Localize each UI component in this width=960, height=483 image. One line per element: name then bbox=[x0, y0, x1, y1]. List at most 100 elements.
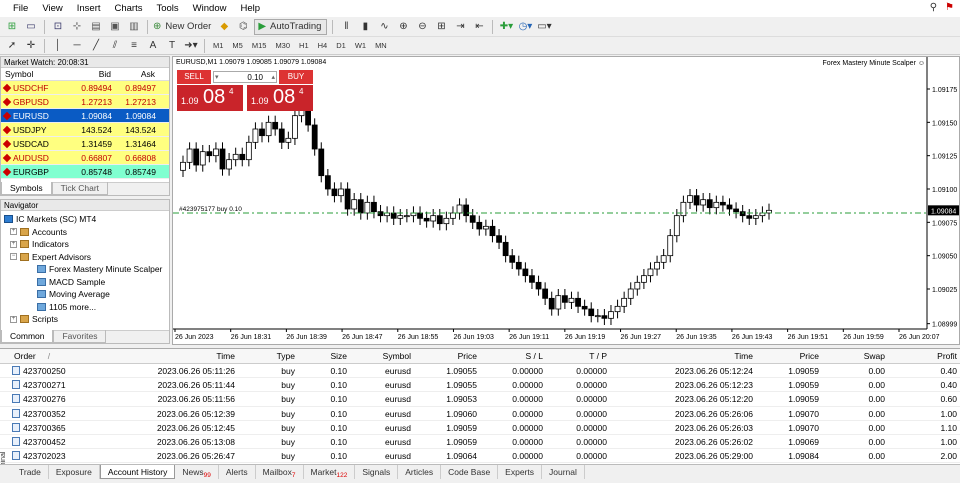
tester-icon[interactable]: ▥ bbox=[126, 19, 142, 35]
channel-icon[interactable]: ⫽ bbox=[107, 38, 123, 54]
vertical-line-icon[interactable]: │ bbox=[50, 38, 66, 54]
expand-icon[interactable]: + bbox=[10, 240, 17, 248]
market-watch-row[interactable]: USDCAD 1.31459 1.31464 bbox=[1, 137, 169, 151]
user-icon[interactable]: ⚑ bbox=[945, 2, 954, 13]
autotrading-button[interactable]: ▶ AutoTrading bbox=[254, 18, 328, 35]
col-sl[interactable]: S / L bbox=[480, 349, 546, 363]
terminal-tab-account-history[interactable]: Account History bbox=[99, 464, 176, 479]
terminal-tab-news[interactable]: News99 bbox=[175, 464, 219, 479]
terminal-tab-experts[interactable]: Experts bbox=[498, 464, 542, 479]
navigator-icon[interactable]: ▤ bbox=[88, 19, 104, 35]
terminal-tab-trade[interactable]: Trade bbox=[12, 464, 49, 479]
profiles-icon[interactable]: ▭ bbox=[23, 19, 39, 35]
zoom-out-icon[interactable]: ⊖ bbox=[414, 19, 430, 35]
trendline-icon[interactable]: ╱ bbox=[88, 38, 104, 54]
search-icon[interactable]: ⚲ bbox=[930, 2, 937, 13]
col-size[interactable]: Size bbox=[298, 349, 350, 363]
periods-icon[interactable]: ◷▾ bbox=[517, 19, 533, 35]
menu-view[interactable]: View bbox=[35, 3, 69, 14]
terminal-tab-code-base[interactable]: Code Base bbox=[441, 464, 499, 479]
collapse-icon[interactable]: − bbox=[10, 253, 17, 261]
col-symbol[interactable]: Symbol bbox=[1, 68, 72, 80]
table-row[interactable]: 423700271 2023.06.26 05:11:44 buy 0.10 eurus… bbox=[0, 378, 960, 393]
buy-price[interactable]: 1.09 08 4 bbox=[247, 85, 313, 111]
market-watch-row[interactable]: EURGBP 0.85748 0.85749 bbox=[1, 165, 169, 179]
metaeditor-icon[interactable]: ◆ bbox=[216, 19, 232, 35]
sell-button[interactable]: SELL bbox=[177, 70, 211, 84]
bar-chart-icon[interactable]: ǁ bbox=[338, 19, 354, 35]
tab-favorites[interactable]: Favorites bbox=[53, 330, 107, 343]
timeframe-d1[interactable]: D1 bbox=[333, 41, 349, 50]
autoscroll-icon[interactable]: ⇥ bbox=[452, 19, 468, 35]
market-watch-row[interactable]: EURUSD 1.09084 1.09084 bbox=[1, 109, 169, 123]
menu-file[interactable]: File bbox=[6, 3, 35, 14]
chart-shift-icon[interactable]: ⇤ bbox=[471, 19, 487, 35]
nav-indicators[interactable]: + Indicators bbox=[1, 238, 169, 251]
timeframe-m5[interactable]: M5 bbox=[229, 41, 245, 50]
label-icon[interactable]: T bbox=[164, 38, 180, 54]
nav-ea-moving-average[interactable]: Moving Average bbox=[1, 288, 169, 301]
table-row[interactable]: 423702023 2023.06.26 05:26:47 buy 0.10 eurus… bbox=[0, 449, 960, 464]
lot-down-icon[interactable]: ▾ bbox=[215, 72, 219, 83]
menu-window[interactable]: Window bbox=[186, 3, 234, 14]
menu-charts[interactable]: Charts bbox=[108, 3, 150, 14]
market-watch-icon[interactable]: ⊡ bbox=[50, 19, 66, 35]
buy-button[interactable]: BUY bbox=[279, 70, 313, 84]
lot-size-input[interactable]: 0.10 ▾ ▴ bbox=[213, 71, 277, 83]
line-chart-icon[interactable]: ∿ bbox=[376, 19, 392, 35]
crosshair-icon[interactable]: ✛ bbox=[23, 38, 39, 54]
indicators-icon[interactable]: ✚▾ bbox=[498, 19, 514, 35]
table-row[interactable]: 423700250 2023.06.26 05:11:26 buy 0.10 eurus… bbox=[0, 364, 960, 379]
terminal-tab-alerts[interactable]: Alerts bbox=[219, 464, 256, 479]
table-row[interactable]: 423700452 2023.06.26 05:13:08 buy 0.10 eurus… bbox=[0, 435, 960, 450]
arrows-icon[interactable]: ➜▾ bbox=[183, 38, 199, 54]
market-watch-row[interactable]: AUDUSD 0.66807 0.66808 bbox=[1, 151, 169, 165]
chart-window[interactable]: 1.09175 1.09150 1.09125 1.09100 1.09075 1.090… bbox=[172, 56, 960, 345]
col-order[interactable]: Order / bbox=[0, 349, 150, 363]
timeframe-mn[interactable]: MN bbox=[372, 41, 390, 50]
candlestick-icon[interactable]: ▮ bbox=[357, 19, 373, 35]
col-close-price[interactable]: Price bbox=[756, 349, 822, 363]
tab-tick-chart[interactable]: Tick Chart bbox=[51, 182, 109, 195]
text-icon[interactable]: A bbox=[145, 38, 161, 54]
terminal-tab-mailbox[interactable]: Mailbox7 bbox=[256, 464, 304, 479]
table-row[interactable]: 423700365 2023.06.26 05:12:45 buy 0.10 eurus… bbox=[0, 421, 960, 435]
menu-help[interactable]: Help bbox=[233, 3, 267, 14]
terminal-icon[interactable]: ▣ bbox=[107, 19, 123, 35]
col-tp[interactable]: T / P bbox=[546, 349, 610, 363]
table-row[interactable]: 423700352 2023.06.26 05:12:39 buy 0.10 eurus… bbox=[0, 407, 960, 421]
col-profit[interactable]: Profit bbox=[888, 349, 960, 363]
col-open-time[interactable]: Time bbox=[150, 349, 238, 363]
cursor-icon[interactable]: ➚ bbox=[4, 38, 20, 54]
menu-tools[interactable]: Tools bbox=[149, 3, 185, 14]
signals-icon[interactable]: ⌬ bbox=[235, 19, 251, 35]
templates-icon[interactable]: ▭▾ bbox=[536, 19, 552, 35]
expand-icon[interactable]: + bbox=[10, 228, 17, 236]
col-ask[interactable]: Ask bbox=[115, 68, 159, 80]
col-symbol[interactable]: Symbol bbox=[350, 349, 414, 363]
nav-ea-macd[interactable]: MACD Sample bbox=[1, 276, 169, 289]
timeframe-w1[interactable]: W1 bbox=[352, 41, 369, 50]
new-order-button[interactable]: ⊕ New Order bbox=[153, 19, 213, 35]
nav-scripts[interactable]: + Scripts bbox=[1, 313, 169, 326]
market-watch-row[interactable]: USDCHF 0.89494 0.89497 bbox=[1, 81, 169, 95]
terminal-tab-articles[interactable]: Articles bbox=[398, 464, 442, 479]
col-close-time[interactable]: Time bbox=[610, 349, 756, 363]
tab-common[interactable]: Common bbox=[1, 330, 54, 343]
lot-up-icon[interactable]: ▴ bbox=[271, 72, 275, 83]
col-swap[interactable]: Swap bbox=[822, 349, 888, 363]
nav-accounts[interactable]: + Accounts bbox=[1, 226, 169, 239]
nav-ea-forex-mastery[interactable]: Forex Mastery Minute Scalper bbox=[1, 263, 169, 276]
nav-ea-more[interactable]: 1105 more... bbox=[1, 301, 169, 314]
timeframe-h4[interactable]: H4 bbox=[315, 41, 331, 50]
market-watch-row[interactable]: USDJPY 143.524 143.524 bbox=[1, 123, 169, 137]
timeframe-h1[interactable]: H1 bbox=[296, 41, 312, 50]
zoom-in-icon[interactable]: ⊕ bbox=[395, 19, 411, 35]
terminal-tab-market[interactable]: Market122 bbox=[304, 464, 356, 479]
nav-broker[interactable]: IC Markets (SC) MT4 bbox=[1, 213, 169, 226]
fibonacci-icon[interactable]: ≡ bbox=[126, 38, 142, 54]
horizontal-line-icon[interactable]: ─ bbox=[69, 38, 85, 54]
timeframe-m15[interactable]: M15 bbox=[249, 41, 270, 50]
col-bid[interactable]: Bid bbox=[72, 68, 115, 80]
terminal-tab-signals[interactable]: Signals bbox=[355, 464, 399, 479]
